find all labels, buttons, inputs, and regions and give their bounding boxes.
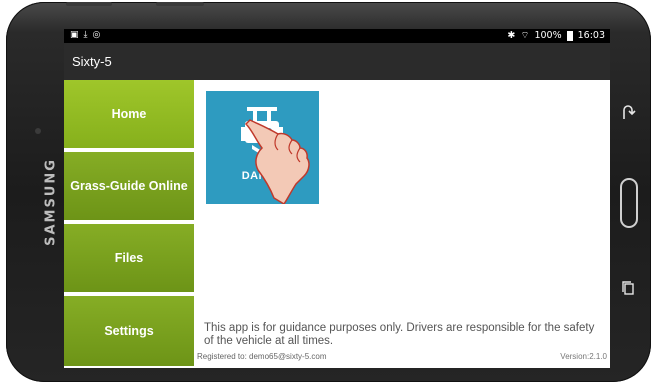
camera-icon [35, 128, 41, 134]
sidebar: Home Grass-Guide Online Files Settings [64, 80, 194, 368]
pointing-hand-icon [244, 119, 310, 204]
app-bar: Sixty-5 [64, 43, 610, 80]
main-content: DANCE This app is for guidance purposes … [194, 80, 610, 368]
sidebar-item-label: Grass-Guide Online [70, 179, 188, 193]
disclaimer-text: This app is for guidance purposes only. … [204, 322, 595, 347]
download-icon: ⤓ [83, 30, 88, 40]
registration-text: Registered to: demo65@sixty-5.com [197, 352, 327, 361]
cast-icon: ◎ [92, 30, 101, 40]
home-key[interactable] [620, 178, 638, 228]
sidebar-item-settings[interactable]: Settings [64, 296, 194, 368]
brand-logo: SAMSUNG [43, 158, 59, 246]
power-button [156, 2, 204, 6]
sidebar-item-label: Files [114, 251, 144, 265]
back-key-icon[interactable] [620, 104, 636, 122]
sidebar-item-files[interactable]: Files [64, 224, 194, 294]
screen: ▣ ⤓ ◎ ✱ ⌔ 100% 16:03 Sixty-5 Home Grass-… [64, 29, 610, 368]
battery-icon [566, 30, 573, 41]
status-bar: ▣ ⤓ ◎ ✱ ⌔ 100% 16:03 [64, 29, 610, 43]
battery-level: 100% [534, 30, 562, 41]
clock: 16:03 [577, 30, 605, 41]
wifi-icon: ⌔ [520, 30, 530, 41]
volume-button [66, 2, 112, 6]
app-title: Sixty-5 [72, 54, 112, 69]
sidebar-item-label: Settings [104, 324, 154, 338]
sidebar-item-home[interactable]: Home [64, 80, 194, 150]
recent-apps-key-icon[interactable] [621, 280, 635, 296]
bluetooth-icon: ✱ [507, 30, 516, 41]
sidebar-item-grass-guide-online[interactable]: Grass-Guide Online [64, 152, 194, 222]
notification-icon: ▣ [70, 30, 79, 40]
version-text: Version:2.1.0 [560, 352, 607, 361]
sidebar-item-label: Home [111, 107, 147, 121]
